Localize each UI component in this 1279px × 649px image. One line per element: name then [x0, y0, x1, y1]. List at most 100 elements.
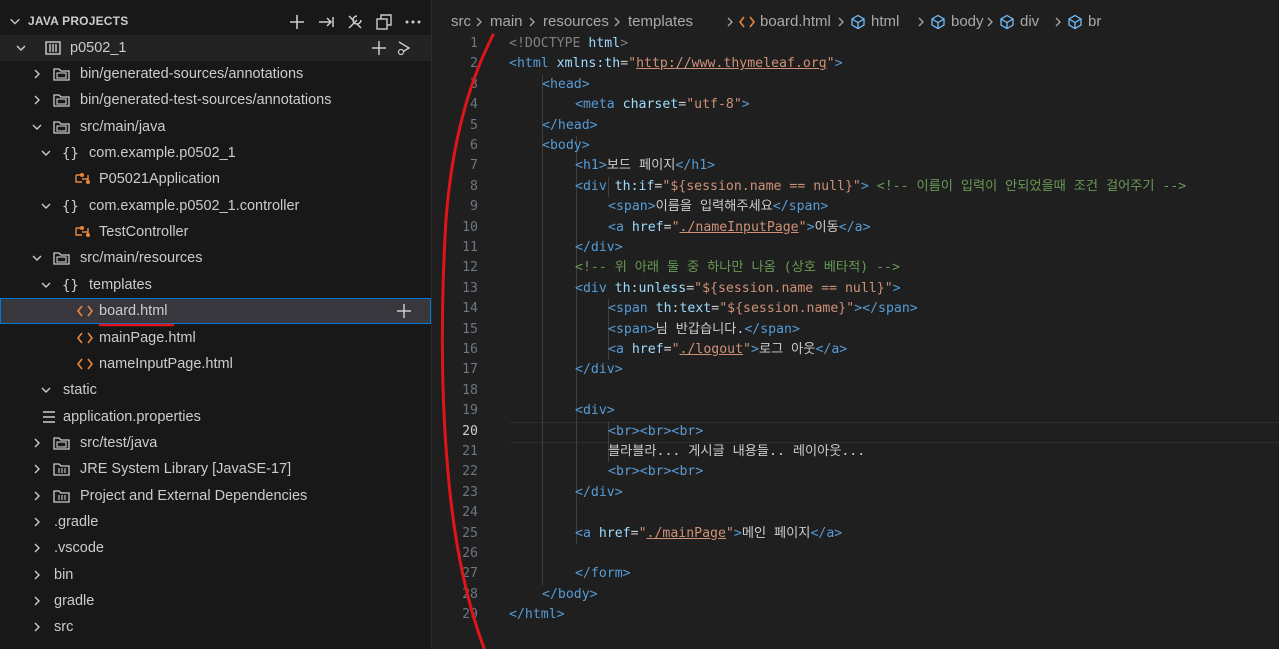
code-line[interactable]: </div> [575, 238, 623, 258]
tree-item[interactable]: {} templates [0, 272, 431, 298]
code-token: </div> [575, 362, 623, 378]
tree-item[interactable]: src [0, 614, 431, 640]
chevron-down-icon[interactable] [31, 120, 43, 134]
code-line[interactable]: <span>이름을 입력해주세요</span> [608, 197, 828, 217]
code-line[interactable]: <br><br><br> [608, 462, 703, 482]
tools-icon[interactable] [345, 12, 365, 32]
breadcrumb-item[interactable]: src [451, 13, 471, 30]
line-number: 11 [462, 240, 478, 255]
chevron-down-icon[interactable] [40, 383, 52, 397]
code-line[interactable]: <!DOCTYPE html> [509, 34, 628, 54]
code-token: </span> [744, 321, 800, 337]
breadcrumb-item[interactable]: resources [543, 13, 609, 30]
tree-item[interactable]: .gradle [0, 509, 431, 535]
chevron-right-icon[interactable] [31, 620, 43, 634]
chevron-right-icon[interactable] [31, 568, 43, 582]
chevron-down-icon[interactable] [40, 199, 52, 213]
code-line[interactable]: </body> [542, 585, 598, 605]
tree-item[interactable]: gradle [0, 588, 431, 614]
code-line[interactable]: <body> [542, 136, 590, 156]
tree-item[interactable]: static [0, 377, 431, 403]
tree-item[interactable]: P05021Application [0, 166, 431, 192]
tree-item[interactable]: bin/generated-test-sources/annotations [0, 87, 431, 113]
tree-item[interactable]: application.properties [0, 404, 431, 430]
tree-item-label: .vscode [54, 540, 104, 557]
link-arrow-icon[interactable] [316, 12, 336, 32]
code-line[interactable]: <span th:text="${session.name}"></span> [608, 299, 918, 319]
code-line[interactable]: </form> [575, 564, 631, 584]
add-icon[interactable] [287, 12, 307, 32]
html-file-icon [76, 332, 94, 343]
tree-item[interactable]: src/test/java [0, 430, 431, 456]
tree-item[interactable]: bin [0, 562, 431, 588]
chevron-right-icon[interactable] [31, 489, 43, 503]
tree-item-label: application.properties [63, 408, 201, 425]
code-line[interactable]: <div th:if="${session.name == null}"> <!… [575, 177, 1186, 197]
library-icon [53, 489, 70, 503]
chevron-right-icon[interactable] [31, 541, 43, 555]
tree-item[interactable]: {} com.example.p0502_1 [0, 140, 431, 166]
tree-item[interactable]: bin/generated-sources/annotations [0, 61, 431, 87]
tree-item-label: P05021Application [99, 171, 220, 188]
code-line[interactable]: </html> [509, 605, 565, 625]
chevron-down-icon[interactable] [40, 278, 52, 292]
code-line[interactable]: <html xmlns:th="http://www.thymeleaf.org… [509, 54, 843, 74]
chevron-down-icon[interactable] [8, 14, 22, 28]
code-line[interactable]: <span>님 반갑습니다.</span> [608, 320, 800, 340]
chevron-down-icon[interactable] [15, 41, 27, 55]
tree-item[interactable]: {} com.example.p0502_1.controller [0, 193, 431, 219]
code-line[interactable]: </head> [542, 116, 598, 136]
tree-item[interactable]: src/main/resources [0, 245, 431, 271]
code-line[interactable]: <div> [575, 401, 615, 421]
chevron-right-icon[interactable] [31, 93, 43, 107]
code-line[interactable]: <!-- 위 아래 둘 중 하나만 나옴 (상호 베타적) --> [575, 258, 900, 278]
collapse-all-icon[interactable] [374, 12, 394, 32]
tree-item[interactable]: board.html [0, 298, 431, 325]
code-punctuation: = [663, 219, 672, 235]
code-line[interactable]: <a href="./mainPage">메인 페이지</a> [575, 524, 842, 544]
tree-item-label: src/main/java [80, 118, 166, 135]
breadcrumb-item[interactable]: div [1020, 13, 1039, 30]
breadcrumb-item[interactable]: body [951, 13, 984, 30]
code-punctuation [624, 220, 632, 235]
code-line[interactable]: <br><br><br> [608, 422, 703, 442]
chevron-right-icon[interactable] [31, 462, 43, 476]
chevron-down-icon[interactable] [31, 251, 43, 265]
code-editor[interactable]: src main resources templates board.html html b… [432, 0, 1279, 649]
code-line[interactable]: <meta charset="utf-8"> [575, 95, 750, 115]
run-debug-icon[interactable] [395, 40, 413, 56]
add-icon[interactable] [395, 303, 413, 319]
code-line[interactable]: </div> [575, 483, 623, 503]
add-icon[interactable] [370, 40, 388, 56]
tree-item-label: bin/generated-sources/annotations [80, 66, 304, 82]
chevron-right-icon[interactable] [31, 436, 43, 450]
java-class-icon [75, 173, 90, 185]
code-line[interactable]: </div> [575, 360, 623, 380]
breadcrumb-item[interactable]: main [490, 13, 523, 30]
breadcrumb-item[interactable]: br [1088, 13, 1101, 30]
code-line[interactable]: <a href="./nameInputPage">이동</a> [608, 218, 871, 238]
chevron-down-icon[interactable] [40, 146, 52, 160]
breadcrumb-item[interactable]: board.html [760, 13, 831, 30]
code-line[interactable]: <head> [542, 75, 590, 95]
code-line[interactable]: <h1>보드 페이지</h1> [575, 156, 715, 176]
tree-item[interactable]: Project and External Dependencies [0, 483, 431, 509]
code-line[interactable]: <a href="./logout">로그 아웃</a> [608, 340, 847, 360]
breadcrumb-item[interactable]: templates [628, 13, 693, 30]
tree-item[interactable]: mainPage.html [0, 325, 431, 351]
project-row[interactable]: p0502_1 [0, 35, 431, 61]
tree-item[interactable]: TestController [0, 219, 431, 245]
tree-item[interactable]: nameInputPage.html [0, 351, 431, 377]
tree-item[interactable]: .vscode [0, 535, 431, 561]
code-token: </div> [575, 484, 623, 500]
code-token: </span> [862, 301, 918, 317]
tree-item[interactable]: JRE System Library [JavaSE-17] [0, 456, 431, 482]
chevron-right-icon[interactable] [31, 515, 43, 529]
chevron-right-icon[interactable] [31, 67, 43, 81]
breadcrumb-item[interactable]: html [871, 13, 899, 30]
code-line[interactable]: 블라블라... 게시글 내용들.. 레이아웃... [608, 442, 865, 462]
more-actions-icon[interactable] [403, 12, 423, 32]
chevron-right-icon[interactable] [31, 594, 43, 608]
code-line[interactable]: <div th:unless="${session.name == null}"… [575, 279, 901, 299]
tree-item[interactable]: src/main/java [0, 114, 431, 140]
